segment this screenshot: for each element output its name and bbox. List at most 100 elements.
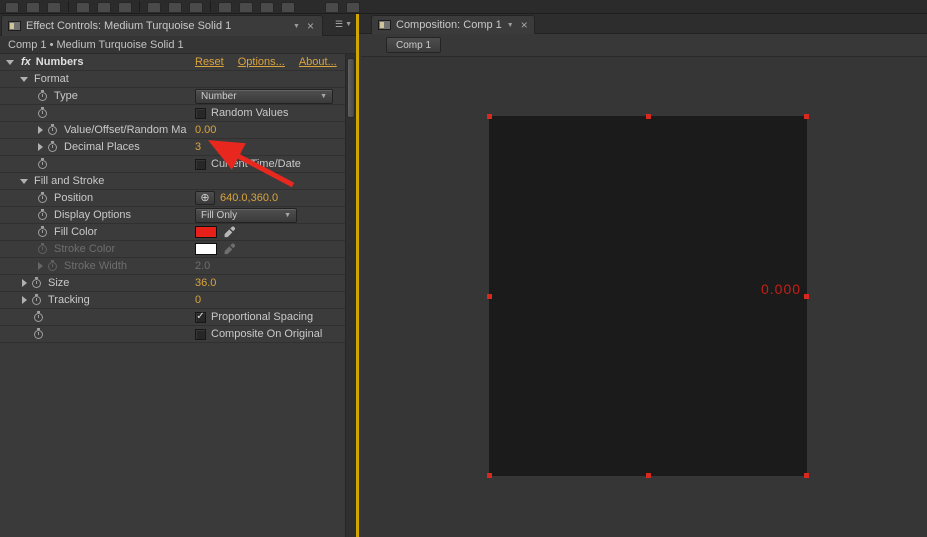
layer-handle-middle-left[interactable] [487, 294, 492, 299]
eyedropper-icon[interactable] [222, 226, 236, 239]
brush-tool-icon[interactable] [218, 2, 232, 12]
display-options-dropdown-value: Fill Only [201, 210, 237, 221]
tab-chevron-down-icon[interactable]: ▼ [293, 23, 300, 30]
stopwatch-icon[interactable] [38, 92, 47, 101]
stopwatch-icon[interactable] [32, 296, 41, 305]
stroke-color-swatch[interactable] [195, 243, 217, 255]
current-time-date-checkbox[interactable] [195, 159, 206, 170]
twirl-closed-icon[interactable] [22, 279, 27, 287]
effect-controls-tab[interactable]: Effect Controls: Medium Turquoise Solid … [1, 15, 323, 36]
stopwatch-icon[interactable] [34, 313, 43, 322]
hand-tool-icon[interactable] [26, 2, 40, 12]
property-label: Size [48, 277, 69, 289]
twirl-open-icon[interactable] [20, 179, 28, 184]
type-dropdown-value: Number [201, 91, 237, 102]
effect-properties-list: fx Numbers Reset Options... About... For… [0, 54, 345, 343]
type-dropdown[interactable]: Number ▼ [195, 89, 333, 104]
value-offset-hot-value[interactable]: 0.00 [195, 124, 216, 136]
tab-chevron-down-icon[interactable]: ▼ [507, 22, 514, 29]
vertical-scrollbar[interactable] [345, 54, 356, 537]
mask-tool-icon[interactable] [147, 2, 161, 12]
stopwatch-icon[interactable] [48, 262, 57, 271]
composition-tab-title: Composition: Comp 1 [396, 19, 502, 31]
type-tool-icon[interactable] [189, 2, 203, 12]
layer-handle-bottom-right[interactable] [804, 473, 809, 478]
decimal-places-hot-value[interactable]: 3 [195, 141, 201, 153]
zoom-tool-icon[interactable] [47, 2, 61, 12]
twirl-closed-icon[interactable] [38, 262, 43, 270]
display-options-dropdown[interactable]: Fill Only ▼ [195, 208, 297, 223]
clone-stamp-tool-icon[interactable] [239, 2, 253, 12]
position-hot-value[interactable]: 640.0,360.0 [220, 192, 278, 204]
twirl-open-icon[interactable] [20, 77, 28, 82]
comp-1-button[interactable]: Comp 1 [386, 37, 441, 53]
pen-tool-icon[interactable] [168, 2, 182, 12]
crosshair-glyph: ⊕ [200, 193, 209, 204]
stopwatch-icon[interactable] [32, 279, 41, 288]
twirl-closed-icon[interactable] [38, 143, 43, 151]
effect-name: Numbers [36, 56, 84, 68]
property-row-stroke-width: Stroke Width 2.0 [0, 258, 345, 275]
panel-menu-icon[interactable]: ☰ ▼ [335, 19, 352, 30]
twirl-closed-icon[interactable] [22, 296, 27, 304]
composition-tabstrip: Composition: Comp 1 ▼ × [359, 14, 927, 34]
layer-handle-bottom-left[interactable] [487, 473, 492, 478]
workspace-a-icon[interactable] [325, 2, 339, 12]
layer-handle-bottom-center[interactable] [646, 473, 651, 478]
eyedropper-icon[interactable] [222, 243, 236, 256]
position-crosshair-icon[interactable]: ⊕ [195, 191, 215, 205]
effect-controls-panel: Effect Controls: Medium Turquoise Solid … [0, 14, 356, 537]
toolbar-separator [139, 1, 140, 12]
property-row-display-options: Display Options Fill Only ▼ [0, 207, 345, 224]
stopwatch-icon[interactable] [38, 160, 47, 169]
checkbox-label: Random Values [211, 107, 288, 119]
stopwatch-icon[interactable] [38, 211, 47, 220]
composition-tab[interactable]: Composition: Comp 1 ▼ × [371, 15, 535, 34]
property-label: Value/Offset/Random Ma [64, 124, 187, 136]
group-row-fill-and-stroke[interactable]: Fill and Stroke [0, 173, 345, 190]
composition-viewport[interactable]: 0.000 [361, 56, 927, 537]
tracking-hot-value[interactable]: 0 [195, 294, 201, 306]
stopwatch-icon[interactable] [48, 126, 57, 135]
stopwatch-icon[interactable] [38, 194, 47, 203]
fill-color-swatch[interactable] [195, 226, 217, 238]
options-link[interactable]: Options... [238, 56, 285, 68]
twirl-closed-icon[interactable] [38, 126, 43, 134]
layer-handle-top-center[interactable] [646, 114, 651, 119]
hamburger-icon: ☰ [335, 19, 343, 30]
composite-on-original-checkbox[interactable] [195, 329, 206, 340]
stopwatch-icon[interactable] [38, 109, 47, 118]
stopwatch-icon[interactable] [38, 245, 47, 254]
random-values-checkbox[interactable] [195, 108, 206, 119]
toolbar-separator [68, 1, 69, 12]
selection-tool-icon[interactable] [5, 2, 19, 12]
stopwatch-icon[interactable] [34, 330, 43, 339]
layer-handle-middle-right[interactable] [804, 294, 809, 299]
solid-layer[interactable]: 0.000 [489, 116, 807, 476]
about-link[interactable]: About... [299, 56, 337, 68]
reset-link[interactable]: Reset [195, 56, 224, 68]
effect-header-row[interactable]: fx Numbers Reset Options... About... [0, 54, 345, 71]
property-label: Display Options [54, 209, 131, 221]
property-row-size: Size 36.0 [0, 275, 345, 292]
eraser-tool-icon[interactable] [260, 2, 274, 12]
stopwatch-icon[interactable] [48, 143, 57, 152]
puppet-tool-icon[interactable] [281, 2, 295, 12]
scrollbar-thumb[interactable] [347, 58, 355, 118]
tab-close-icon[interactable]: × [519, 20, 530, 30]
layer-handle-top-right[interactable] [804, 114, 809, 119]
property-row-tracking: Tracking 0 [0, 292, 345, 309]
camera-tool-icon[interactable] [97, 2, 111, 12]
property-label: Fill Color [54, 226, 97, 238]
rotate-tool-icon[interactable] [76, 2, 90, 12]
group-row-format[interactable]: Format [0, 71, 345, 88]
property-label: Decimal Places [64, 141, 140, 153]
twirl-open-icon[interactable] [6, 60, 14, 65]
tab-close-icon[interactable]: × [305, 21, 316, 31]
proportional-spacing-checkbox[interactable]: ✓ [195, 312, 206, 323]
pan-behind-tool-icon[interactable] [118, 2, 132, 12]
size-hot-value[interactable]: 36.0 [195, 277, 216, 289]
layer-handle-top-left[interactable] [487, 114, 492, 119]
workspace-b-icon[interactable] [346, 2, 360, 12]
stopwatch-icon[interactable] [38, 228, 47, 237]
